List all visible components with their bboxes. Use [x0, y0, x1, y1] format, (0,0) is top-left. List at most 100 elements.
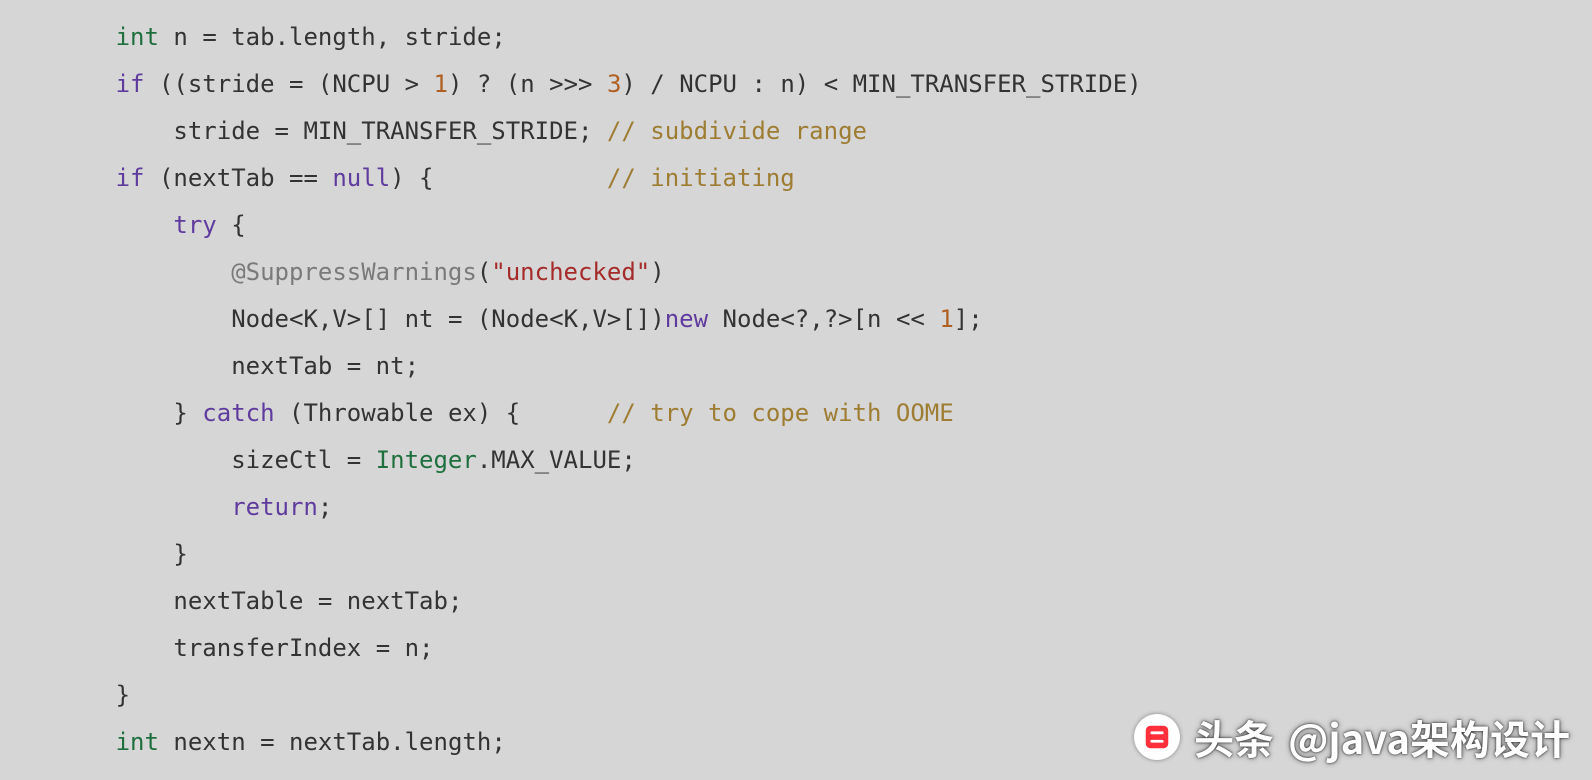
code-token: =	[260, 728, 274, 756]
code-token: (	[477, 258, 491, 286]
code-token: transferIndex	[116, 634, 376, 662]
code-token: V	[592, 305, 606, 333]
code-token: catch	[202, 399, 274, 427]
code-token: if	[116, 164, 145, 192]
code-token: nextn	[159, 728, 260, 756]
code-token: /	[650, 70, 664, 98]
code-token: ,	[578, 305, 592, 333]
code-token: 3	[607, 70, 621, 98]
code-token	[419, 70, 433, 98]
code-token: 1	[434, 70, 448, 98]
code-line: }	[0, 681, 130, 709]
code-token: ,	[318, 305, 332, 333]
code-token: .	[390, 728, 404, 756]
code-token: =	[202, 23, 216, 51]
code-token: [] nt	[361, 305, 448, 333]
code-token: :	[751, 70, 765, 98]
code-token: ==	[289, 164, 318, 192]
code-token: 1	[939, 305, 953, 333]
code-token: >	[347, 305, 361, 333]
code-line: int n = tab.length, stride;	[0, 23, 506, 51]
code-line: if (nextTab == null) { // initiating	[0, 164, 795, 192]
code-token	[361, 446, 375, 474]
code-token: =	[347, 446, 361, 474]
code-token: [n	[853, 305, 896, 333]
code-token: ?	[477, 70, 491, 98]
code-token: if	[116, 70, 145, 98]
code-token: =	[376, 634, 390, 662]
code-token: try	[173, 211, 216, 239]
code-token	[318, 164, 332, 192]
code-token: int	[116, 23, 159, 51]
code-token: >	[405, 70, 419, 98]
code-token	[116, 211, 174, 239]
code-token: MAX_VALUE	[491, 446, 621, 474]
code-token: (Throwable ex) {	[275, 399, 607, 427]
code-token	[592, 70, 606, 98]
code-token: ;	[621, 446, 635, 474]
code-token: ];	[954, 305, 983, 333]
code-token: tab	[217, 23, 275, 51]
code-token: length	[289, 23, 376, 51]
code-token: null	[332, 164, 390, 192]
code-line: Node<K,V>[] nt = (Node<K,V>[])new Node<?…	[0, 305, 983, 333]
code-token: n;	[390, 634, 433, 662]
code-token: <	[549, 305, 563, 333]
toutiao-logo-icon	[1134, 714, 1180, 760]
code-token: =	[448, 305, 462, 333]
code-token: Node	[708, 305, 780, 333]
code-token: .	[477, 446, 491, 474]
code-line: try {	[0, 211, 246, 239]
code-token: return	[231, 493, 318, 521]
code-token: "unchecked"	[491, 258, 650, 286]
code-token: Node	[116, 305, 289, 333]
code-line: transferIndex = n;	[0, 634, 434, 662]
code-token: K	[564, 305, 578, 333]
code-token: (Node	[462, 305, 549, 333]
watermark-prefix: 头条	[1194, 708, 1274, 766]
code-line: }	[0, 540, 188, 568]
code-token: )	[621, 70, 650, 98]
code-token: // subdivide range	[607, 117, 867, 145]
code-token: Integer	[376, 446, 477, 474]
code-token: <	[780, 305, 794, 333]
code-token: NCPU	[665, 70, 752, 98]
code-token: >>>	[549, 70, 592, 98]
code-snippet: int n = tab.length, stride; if ((stride …	[0, 0, 1592, 766]
code-token: )	[650, 258, 664, 286]
code-token: @SuppressWarnings	[231, 258, 477, 286]
code-token: // initiating	[607, 164, 795, 192]
code-token: (NCPU	[303, 70, 404, 98]
code-token: ) {	[390, 164, 607, 192]
code-token: <	[824, 70, 838, 98]
code-line: @SuppressWarnings("unchecked")	[0, 258, 665, 286]
code-line: nextTab = nt;	[0, 352, 419, 380]
code-token: >	[607, 305, 621, 333]
code-token: <	[289, 305, 303, 333]
code-token: nextTable	[116, 587, 318, 615]
code-token: ?	[824, 305, 838, 333]
code-token: new	[665, 305, 708, 333]
code-token: sizeCtl	[116, 446, 347, 474]
code-line: sizeCtl = Integer.MAX_VALUE;	[0, 446, 636, 474]
watermark: 头条 @java架构设计	[1134, 708, 1570, 766]
code-token: n	[159, 23, 202, 51]
code-line: } catch (Throwable ex) { // try to cope …	[0, 399, 954, 427]
code-token: )	[448, 70, 477, 98]
code-token: length	[405, 728, 492, 756]
code-token	[116, 258, 232, 286]
code-token: nextTab	[275, 728, 391, 756]
code-token	[116, 493, 232, 521]
code-token: =	[289, 70, 303, 98]
code-token: nextTab;	[332, 587, 462, 615]
code-token: ;	[491, 728, 505, 756]
code-line: nextTable = nextTab;	[0, 587, 462, 615]
code-token: ;	[318, 493, 332, 521]
code-token: =	[318, 587, 332, 615]
code-token: }	[116, 399, 203, 427]
code-token: =	[275, 117, 289, 145]
code-token: <<	[896, 305, 925, 333]
code-token: int	[116, 728, 159, 756]
code-token: (n	[491, 70, 549, 98]
code-line: stride = MIN_TRANSFER_STRIDE; // subdivi…	[0, 117, 867, 145]
